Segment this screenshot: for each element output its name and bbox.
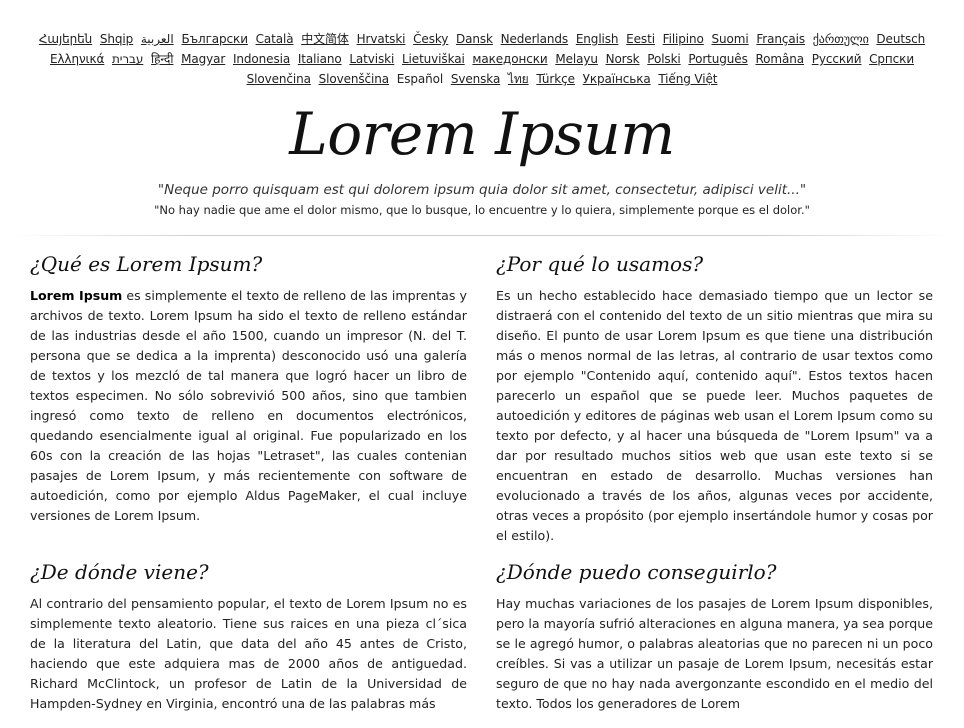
language-link[interactable]: 中文简体 <box>301 32 349 46</box>
language-link[interactable]: Lietuviškai <box>402 52 465 66</box>
language-link[interactable]: Eesti <box>626 32 655 46</box>
language-link[interactable]: Српски <box>869 52 914 66</box>
section-heading: ¿De dónde viene? <box>30 560 209 584</box>
language-link[interactable]: Filipino <box>663 32 704 46</box>
language-link[interactable]: Hrvatski <box>357 32 406 46</box>
language-link[interactable]: Pyccкий <box>812 52 862 66</box>
language-link[interactable]: Українська <box>583 72 651 86</box>
language-link[interactable]: Suomi <box>712 32 749 46</box>
language-link[interactable]: Dansk <box>456 32 493 46</box>
language-link[interactable]: Slovenščina <box>319 72 390 86</box>
language-link[interactable]: Català <box>256 32 294 46</box>
language-link[interactable]: Български <box>182 32 249 46</box>
section-where-get: ¿Dónde puedo conseguirlo? Hay muchas var… <box>496 558 933 714</box>
language-link: Español <box>396 72 444 86</box>
language-link[interactable]: ไทย <box>508 72 529 86</box>
language-link[interactable]: Հայերեն <box>39 32 92 46</box>
section-body: Hay muchas variaciones de los pasajes de… <box>496 596 933 711</box>
language-link[interactable]: македонски <box>472 52 547 66</box>
latin-quote: "Neque porro quisquam est qui dolorem ip… <box>157 182 807 198</box>
lorem-ipsum-bold: Lorem Ipsum <box>30 288 123 303</box>
language-link[interactable]: Português <box>688 52 747 66</box>
language-link[interactable]: Deutsch <box>876 32 925 46</box>
section-body-text: es simplemente el texto de relleno de la… <box>30 288 467 523</box>
language-link[interactable]: ქართული <box>813 32 869 46</box>
language-link[interactable]: עברית <box>112 52 143 66</box>
language-link[interactable]: Melayu <box>555 52 598 66</box>
language-link[interactable]: Ελληνικά <box>50 52 104 66</box>
language-link[interactable]: Türkçe <box>536 72 575 86</box>
language-link[interactable]: हिन्दी <box>151 52 173 66</box>
language-link[interactable]: Tiếng Việt <box>658 72 717 86</box>
language-link[interactable]: Français <box>756 32 805 46</box>
language-link[interactable]: Svenska <box>451 72 500 86</box>
language-link[interactable]: Italiano <box>298 52 342 66</box>
section-what-is: ¿Qué es Lorem Ipsum? Lorem Ipsum es simp… <box>30 250 467 526</box>
section-body: Al contrario del pensamiento popular, el… <box>30 596 467 711</box>
language-link[interactable]: Polski <box>647 52 681 66</box>
section-heading: ¿Por qué lo usamos? <box>496 252 704 276</box>
site-title: Lorem Ipsum <box>289 100 675 168</box>
language-link[interactable]: English <box>576 32 619 46</box>
language-link[interactable]: Česky <box>413 32 448 46</box>
section-body: Es un hecho establecido hace demasiado t… <box>496 288 933 543</box>
quote-translation: "No hay nadie que ame el dolor mismo, qu… <box>154 203 810 217</box>
language-link[interactable]: Shqip <box>100 32 133 46</box>
section-where-from: ¿De dónde viene? Al contrario del pensam… <box>30 558 467 714</box>
divider <box>12 235 952 236</box>
language-link[interactable]: Româna <box>755 52 804 66</box>
language-link[interactable]: Norsk <box>606 52 640 66</box>
language-link[interactable]: Magyar <box>181 52 225 66</box>
section-heading: ¿Dónde puedo conseguirlo? <box>496 560 777 584</box>
language-link[interactable]: Latviski <box>349 52 394 66</box>
banner: Lorem Ipsum "Neque porro quisquam est qu… <box>0 103 964 217</box>
section-heading: ¿Qué es Lorem Ipsum? <box>30 252 263 276</box>
language-link[interactable]: Indonesia <box>233 52 290 66</box>
language-selector: Հայերեն Shqip العربية Български Català 中… <box>22 0 942 89</box>
section-body: Lorem Ipsum es simplemente el texto de r… <box>30 286 467 526</box>
language-link[interactable]: Slovenčina <box>247 72 311 86</box>
section-why-use: ¿Por qué lo usamos? Es un hecho establec… <box>496 250 933 546</box>
language-link[interactable]: العربية <box>141 32 174 46</box>
language-link[interactable]: Nederlands <box>501 32 569 46</box>
